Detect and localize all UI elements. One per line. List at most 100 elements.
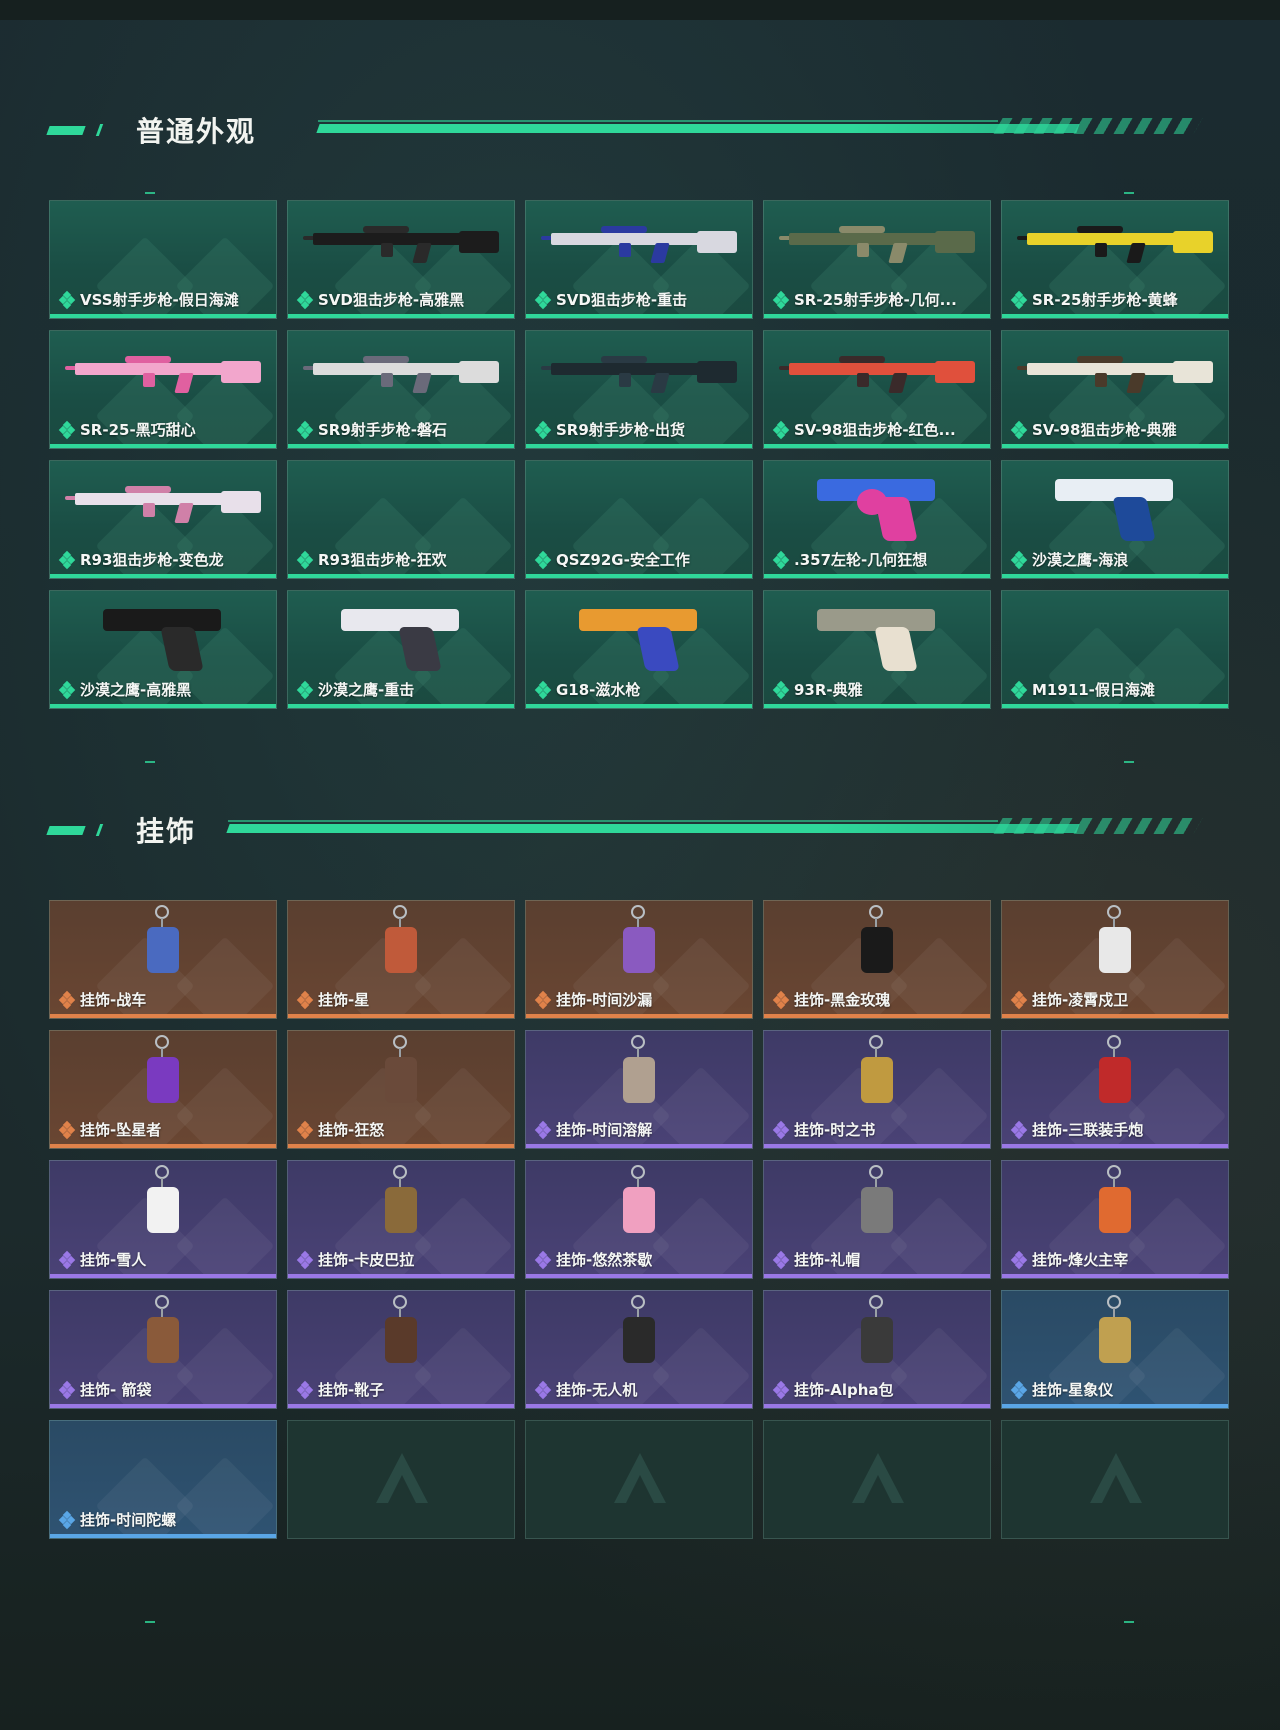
pistol-icon [1055,469,1175,541]
item-name: SV-98狙击步枪-典雅 [1032,421,1177,439]
rarity-diamond-icon [1010,420,1028,439]
rifle-stock [935,361,975,383]
item-label: 挂饰-时间陀螺 [58,1509,176,1530]
skin-card[interactable]: G18-滋水枪 [525,590,753,709]
header-checker [993,818,1203,834]
item-name: 挂饰-悠然茶歇 [556,1251,653,1269]
item-label: 挂饰-星象仪 [1010,1379,1113,1400]
skin-card[interactable]: 93R-典雅 [763,590,991,709]
skin-card[interactable]: SV-98狙击步枪-典雅 [1001,330,1229,449]
skin-card[interactable]: .357左轮-几何狂想 [763,460,991,579]
charm-card[interactable]: 挂饰-时间陀螺 [49,1420,277,1539]
charm-icon [609,1165,669,1243]
charm-card[interactable]: 挂饰-星 [287,900,515,1019]
rifle-grip [888,243,908,263]
item-label: G18-滋水枪 [534,679,641,700]
pistol-icon [103,599,223,671]
charm-card[interactable]: 挂饰-靴子 [287,1290,515,1409]
item-label: 93R-典雅 [772,679,863,700]
skin-card[interactable]: SR9射手步枪-磐石 [287,330,515,449]
charm-card[interactable]: 挂饰-狂怒 [287,1030,515,1149]
item-label: R93狙击步枪-变色龙 [58,549,224,570]
item-label: 挂饰-烽火主宰 [1010,1249,1128,1270]
item-name: 挂饰-礼帽 [794,1251,861,1269]
charm-card[interactable]: 挂饰-三联装手炮 [1001,1030,1229,1149]
skin-card[interactable]: SR-25射手步枪-几何... [763,200,991,319]
skin-card[interactable]: SV-98狙击步枪-红色... [763,330,991,449]
rifle-icon [65,481,261,527]
rarity-diamond-icon [296,550,314,569]
section-header-charms: 挂饰 [46,810,1220,850]
rarity-diamond-icon [534,1380,552,1399]
rarity-diamond-icon [1010,1250,1028,1269]
skin-card[interactable]: 沙漠之鹰-重击 [287,590,515,709]
item-label: SV-98狙击步枪-红色... [772,419,956,440]
item-art [50,465,276,543]
item-label: 挂饰-Alpha包 [772,1379,894,1400]
charm-card[interactable]: 挂饰-凌霄戍卫 [1001,900,1229,1019]
charm-card[interactable]: 挂饰-悠然茶歇 [525,1160,753,1279]
rarity-diamond-icon [1010,550,1028,569]
item-art [288,905,514,983]
charm-icon [133,1165,193,1243]
rarity-diamond-icon [772,420,790,439]
rarity-diamond-icon [58,1120,76,1139]
charm-card[interactable]: 挂饰-雪人 [49,1160,277,1279]
pistol-icon [817,599,937,671]
item-art [526,1295,752,1373]
rarity-diamond-icon [534,290,552,309]
charm-card[interactable]: 挂饰-时之书 [763,1030,991,1149]
revolver-cylinder [857,489,887,515]
skin-card[interactable]: SR-25-黑巧甜心 [49,330,277,449]
item-name: 挂饰- 箭袋 [80,1381,152,1399]
item-art [526,205,752,283]
empty-slot [287,1420,515,1539]
charm-card[interactable]: 挂饰- 箭袋 [49,1290,277,1409]
charm-card[interactable]: 挂饰-坠星者 [49,1030,277,1149]
charm-card[interactable]: 挂饰-战车 [49,900,277,1019]
skin-card[interactable]: SR9射手步枪-出货 [525,330,753,449]
charm-card[interactable]: 挂饰-黑金玫瑰 [763,900,991,1019]
charm-card[interactable]: 挂饰-星象仪 [1001,1290,1229,1409]
item-name: G18-滋水枪 [556,681,641,699]
charm-pendant [861,1057,893,1103]
skin-card[interactable]: QSZ92G-安全工作 [525,460,753,579]
charm-card[interactable]: 挂饰-烽火主宰 [1001,1160,1229,1279]
rarity-diamond-icon [296,420,314,439]
rifle-scope [363,226,409,233]
charm-ring [631,1035,645,1049]
rifle-magazine [1095,243,1107,257]
item-label: VSS射手步枪-假日海滩 [58,289,239,310]
rarity-diamond-icon [772,680,790,699]
charm-card[interactable]: 挂饰-Alpha包 [763,1290,991,1409]
skin-card[interactable]: SR-25射手步枪-黄蜂 [1001,200,1229,319]
skin-card[interactable]: 沙漠之鹰-海浪 [1001,460,1229,579]
skin-card[interactable]: M1911-假日海滩 [1001,590,1229,709]
item-art [288,1165,514,1243]
skin-card[interactable]: R93狙击步枪-变色龙 [49,460,277,579]
item-name: SV-98狙击步枪-红色... [794,421,956,439]
charm-pendant [623,1317,655,1363]
charm-card[interactable]: 挂饰-时间溶解 [525,1030,753,1149]
header-line [226,824,1080,833]
item-name: SR-25射手步枪-黄蜂 [1032,291,1178,309]
skin-card[interactable]: VSS射手步枪-假日海滩 [49,200,277,319]
skins-grid: VSS射手步枪-假日海滩 SVD狙击步枪-高雅黑 SVD狙击步枪-重击 SR-25射手… [49,200,1229,709]
skin-card[interactable]: R93狙击步枪-狂欢 [287,460,515,579]
charm-pendant [147,1057,179,1103]
item-label: 挂饰-黑金玫瑰 [772,989,890,1010]
item-art [526,595,752,673]
rifle-grip [412,373,432,393]
charm-card[interactable]: 挂饰-礼帽 [763,1160,991,1279]
charm-ring [155,905,169,919]
charm-icon [371,1035,431,1113]
skin-card[interactable]: SVD狙击步枪-重击 [525,200,753,319]
card-decoration [175,1456,275,1538]
charm-card[interactable]: 挂饰-无人机 [525,1290,753,1409]
charm-card[interactable]: 挂饰-时间沙漏 [525,900,753,1019]
charm-icon [847,1165,907,1243]
skin-card[interactable]: SVD狙击步枪-高雅黑 [287,200,515,319]
charm-card[interactable]: 挂饰-卡皮巴拉 [287,1160,515,1279]
placeholder-logo-icon [376,1453,428,1503]
skin-card[interactable]: 沙漠之鹰-高雅黑 [49,590,277,709]
